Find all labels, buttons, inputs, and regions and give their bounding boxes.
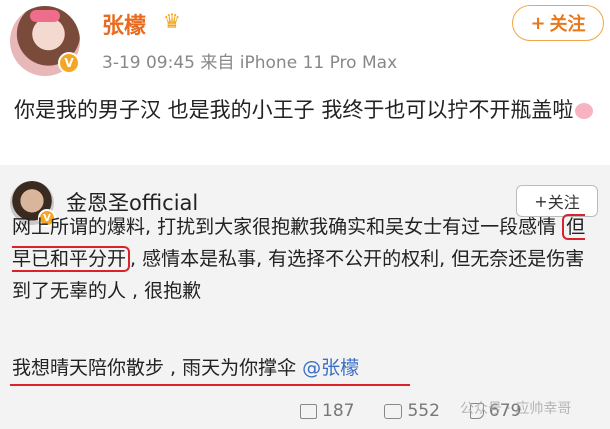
- repost-icon: [300, 403, 317, 419]
- watermark: 公众号 · 应帅幸哥: [460, 401, 572, 417]
- verified-icon: V: [58, 52, 80, 74]
- bow-decoration: [30, 10, 60, 22]
- comment-action[interactable]: 552: [384, 401, 440, 421]
- post-username[interactable]: 张檬: [102, 8, 146, 40]
- original-post: V 张檬 ♛ 3-19 09:45 来自 iPhone 11 Pro Max +…: [0, 0, 610, 160]
- quote-text: 我想晴天陪你散步 , 雨天为你撑伞: [12, 357, 303, 379]
- repost-quote: 我想晴天陪你散步 , 雨天为你撑伞 @张檬: [12, 353, 359, 380]
- reposted-post: V 金恩圣official + 关注 网上所谓的爆料, 打扰到大家很抱歉我确实和…: [0, 165, 610, 429]
- follow-button[interactable]: + 关注: [512, 5, 604, 41]
- repost-text-before: 网上所谓的爆料, 打扰到大家很抱歉我确实和吴女士有过一段感情: [12, 216, 563, 238]
- follow-label: 关注: [549, 14, 586, 35]
- mention-link[interactable]: @张檬: [302, 357, 359, 379]
- comment-icon: [384, 403, 403, 419]
- repost-count: 187: [322, 401, 355, 421]
- plus-icon: +: [530, 12, 546, 34]
- repost-text: 网上所谓的爆料, 打扰到大家很抱歉我确实和吴女士有过一段感情 但早已和平分开, …: [12, 211, 602, 307]
- plus-icon: +: [534, 191, 548, 211]
- post-text: 你是我的男子汉 也是我的小王子 我终于也可以拧不开瓶盖啦: [14, 94, 599, 126]
- post-meta: 3-19 09:45 来自 iPhone 11 Pro Max: [102, 53, 398, 73]
- crown-icon: ♛: [163, 9, 181, 33]
- repost-action[interactable]: 187: [300, 401, 354, 421]
- follow-label: 关注: [547, 193, 580, 212]
- post-body: 你是我的男子汉 也是我的小王子 我终于也可以拧不开瓶盖啦: [14, 98, 574, 122]
- comment-count: 552: [407, 401, 440, 421]
- red-underline: [10, 384, 410, 386]
- pig-emoji-icon: [575, 103, 594, 119]
